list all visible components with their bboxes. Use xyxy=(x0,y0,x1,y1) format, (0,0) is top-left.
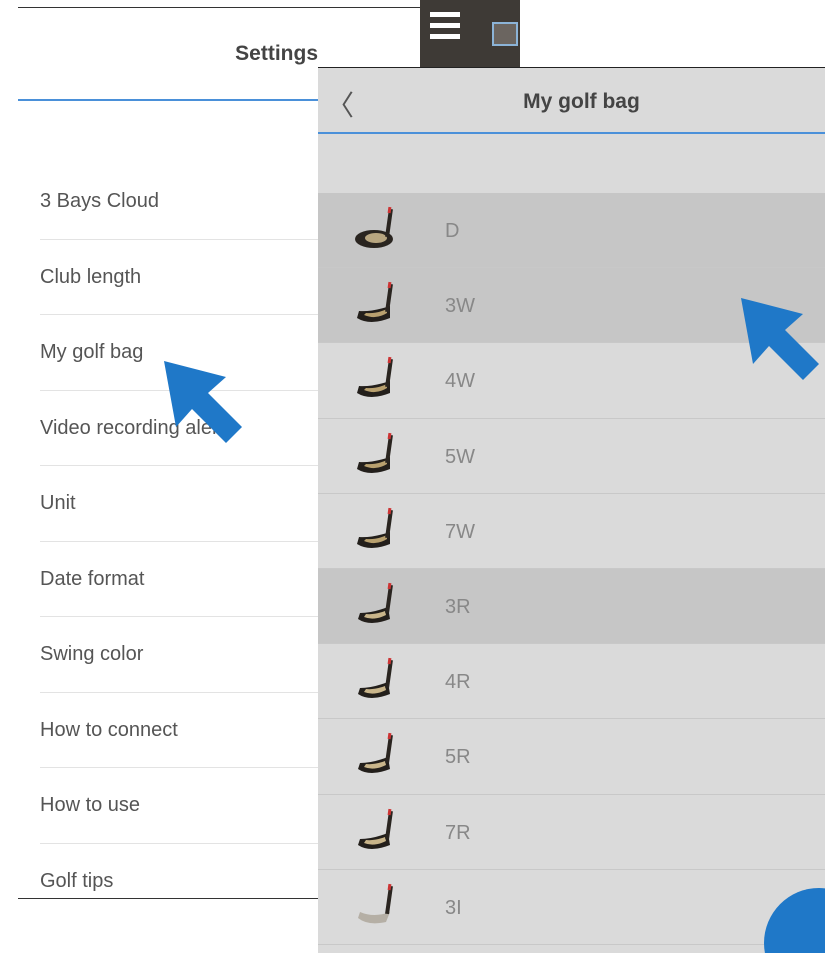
wood-icon xyxy=(357,507,393,548)
hybrid-icon xyxy=(358,733,393,774)
wood-icon xyxy=(357,432,393,473)
hybrid-icon xyxy=(358,808,393,849)
club-label: D xyxy=(445,220,460,242)
settings-item-swing-color[interactable]: Swing color xyxy=(40,617,320,693)
pointer-arrow-icon xyxy=(741,298,819,380)
settings-item-3-bays-cloud[interactable]: 3 Bays Cloud xyxy=(40,164,320,240)
settings-item-label: How to use xyxy=(40,794,141,816)
thumbnail-icon[interactable] xyxy=(492,22,518,46)
settings-list: 3 Bays Cloud Club length My golf bag Vid… xyxy=(40,164,320,919)
club-row[interactable]: 3R xyxy=(318,568,825,645)
club-row[interactable]: 4R xyxy=(318,644,825,720)
wood-icon xyxy=(357,282,393,323)
golf-bag-title-underline xyxy=(318,132,825,134)
settings-item-how-to-connect[interactable]: How to connect xyxy=(40,693,320,768)
settings-item-label: 3 Bays Cloud xyxy=(40,190,159,212)
hybrid-icon xyxy=(358,658,393,699)
club-label: 7W xyxy=(445,520,475,543)
settings-item-unit[interactable]: Unit xyxy=(40,466,320,542)
settings-title-underline xyxy=(18,99,323,101)
club-label: 3R xyxy=(445,595,471,618)
club-label: 4W xyxy=(445,370,475,393)
golf-bag-title: My golf bag xyxy=(523,90,640,113)
pointer-arrow-icon xyxy=(164,361,242,443)
wood-icon xyxy=(357,357,393,398)
iron-icon xyxy=(358,883,393,924)
settings-item-how-to-use[interactable]: How to use xyxy=(40,768,320,844)
club-row[interactable]: D xyxy=(318,193,825,269)
menu-strip xyxy=(420,0,520,68)
settings-item-golf-tips[interactable]: Golf tips xyxy=(40,844,320,920)
golf-bag-header: 〈 My golf bag xyxy=(318,68,825,132)
settings-item-label: Date format xyxy=(40,567,145,590)
club-label: 3I xyxy=(445,896,462,919)
screenshot-canvas: Settings 3 Bays Cloud Club length My gol… xyxy=(0,0,825,953)
club-row[interactable]: 7R xyxy=(318,795,825,870)
club-label: 5W xyxy=(445,445,475,468)
club-label: 4R xyxy=(445,671,471,694)
settings-item-club-length[interactable]: Club length xyxy=(40,240,320,315)
club-label: 7R xyxy=(445,821,471,844)
settings-item-label: Golf tips xyxy=(40,869,114,892)
golf-bag-panel: 〈 My golf bag D 3W 4W 5W 7W 3R 4R 5R 7R 3I xyxy=(318,67,825,953)
settings-item-label: Unit xyxy=(40,492,76,514)
top-divider xyxy=(18,7,420,8)
settings-item-label: My golf bag xyxy=(40,341,144,363)
settings-item-date-format[interactable]: Date format xyxy=(40,542,320,617)
hybrid-icon xyxy=(358,582,393,623)
club-label: 5R xyxy=(445,746,471,769)
club-row[interactable]: 5R xyxy=(318,719,825,795)
settings-item-label: Club length xyxy=(40,265,142,288)
settings-item-label: How to connect xyxy=(40,718,178,741)
bottom-divider xyxy=(18,898,323,899)
page-number: 19 xyxy=(802,948,825,953)
driver-icon xyxy=(355,206,393,248)
settings-title: Settings xyxy=(235,42,318,65)
settings-item-label: Swing color xyxy=(40,643,144,665)
club-row[interactable]: 5W xyxy=(318,419,825,494)
club-row[interactable]: 7W xyxy=(318,494,825,569)
club-row[interactable]: 3I xyxy=(318,870,825,945)
hamburger-menu-icon[interactable] xyxy=(430,12,460,40)
club-label: 3W xyxy=(445,295,475,318)
